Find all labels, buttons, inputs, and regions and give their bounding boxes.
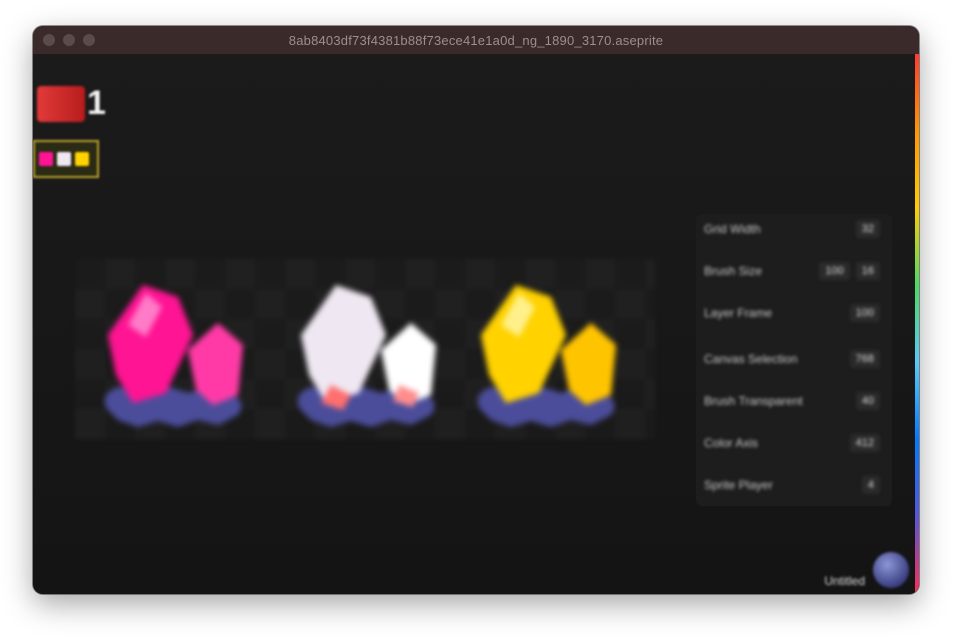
workspace: 1 Grid Width 32 Brush Size 100 16 Layer … [33, 54, 919, 594]
panel-label: Sprite Player [704, 478, 773, 492]
minimize-button[interactable] [63, 34, 75, 46]
panel-row: Layer Frame 100 [696, 298, 892, 328]
window-controls [43, 34, 95, 46]
palette-swatch-white-icon [57, 152, 71, 166]
user-avatar[interactable] [873, 552, 909, 588]
panel-value[interactable]: 4 [861, 476, 880, 494]
palette-swatch-yellow-icon [75, 152, 89, 166]
crystal-sprite-magenta[interactable] [88, 275, 268, 445]
panel-value[interactable]: 40 [855, 392, 880, 410]
panel-label: Layer Frame [704, 306, 773, 320]
logo-number: 1 [87, 84, 106, 122]
color-spectrum-strip[interactable] [915, 54, 919, 594]
crystal-large-white [301, 285, 386, 403]
logo-mark-icon [37, 85, 85, 122]
panel-value[interactable]: 100 [849, 304, 880, 322]
panel-label: Brush Size [704, 264, 763, 278]
panel-row: Color Axis 412 [696, 428, 892, 458]
app-window: 8ab8403df73f4381b88f73ece41e1a0d_ng_1890… [33, 26, 919, 594]
window-title: 8ab8403df73f4381b88f73ece41e1a0d_ng_1890… [288, 32, 664, 48]
panel-value[interactable]: 16 [855, 262, 880, 280]
panel-label: Color Axis [704, 436, 759, 450]
panel-value[interactable]: 32 [855, 220, 880, 238]
title-bar: 8ab8403df73f4381b88f73ece41e1a0d_ng_1890… [33, 26, 919, 54]
crystal-sprite-yellow[interactable] [461, 275, 641, 445]
panel-value[interactable]: 768 [849, 350, 880, 368]
panel-value[interactable]: 412 [849, 434, 880, 452]
panel-row: Brush Size 100 16 [696, 256, 892, 286]
panel-row: Canvas Selection 768 [696, 344, 892, 374]
panel-values: 100 16 [819, 262, 880, 280]
panel-row: Sprite Player 4 [696, 470, 892, 500]
panel-row: Grid Width 32 [696, 214, 892, 244]
app-logo: 1 [37, 84, 106, 123]
palette-preview[interactable] [33, 140, 99, 178]
crystal-sprite-white[interactable] [281, 275, 461, 445]
panel-value-secondary[interactable]: 100 [819, 262, 850, 280]
panel-row: Brush Transparent 40 [696, 386, 892, 416]
footer-label: Untitled [824, 574, 865, 588]
palette-swatch-magenta-icon [39, 152, 53, 166]
panel-label: Canvas Selection [704, 352, 798, 366]
panel-label: Brush Transparent [704, 394, 803, 408]
zoom-button[interactable] [83, 34, 95, 46]
properties-panel: Grid Width 32 Brush Size 100 16 Layer Fr… [696, 214, 892, 506]
close-button[interactable] [43, 34, 55, 46]
panel-label: Grid Width [704, 222, 761, 236]
